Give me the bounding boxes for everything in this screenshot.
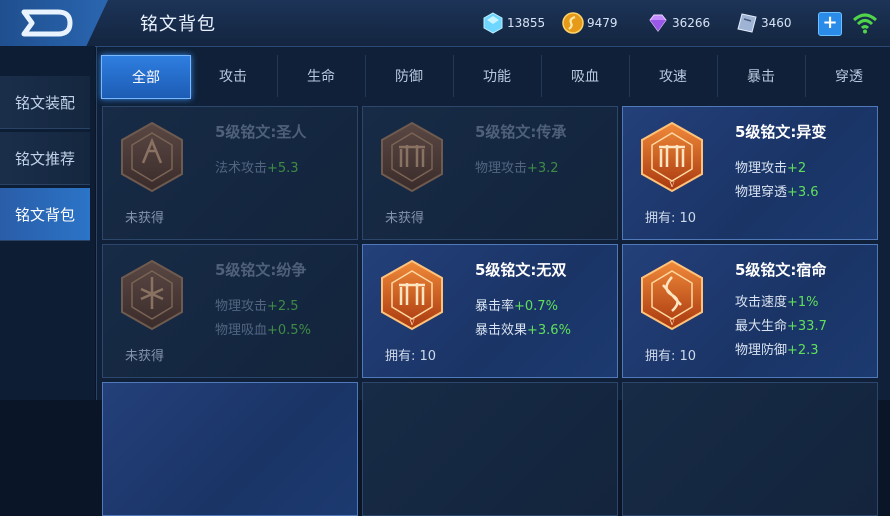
rune-name: 5级铭文:异变 xyxy=(735,123,827,141)
gold-coin-icon xyxy=(562,12,584,34)
rune-stat: 物理攻击+2.5 xyxy=(215,299,299,314)
sidebar-item-label: 铭文装配 xyxy=(14,93,75,112)
back-button[interactable] xyxy=(0,0,108,46)
gold-count: 9479 xyxy=(587,16,618,30)
tab-health[interactable]: 生命 xyxy=(277,55,366,97)
tab-defense[interactable]: 防御 xyxy=(365,55,454,97)
tab-all[interactable]: 全部 xyxy=(101,55,191,99)
sidebar-item-rune-recommend[interactable]: 铭文推荐 xyxy=(0,132,90,185)
svg-text:V: V xyxy=(668,181,675,189)
ticket-icon xyxy=(737,13,757,33)
rune-name: 5级铭文:传承 xyxy=(475,123,567,141)
rune-gem-icon: V xyxy=(641,259,703,331)
tab-attack-speed[interactable]: 攻速 xyxy=(629,55,718,97)
diamond-count: 36266 xyxy=(672,16,711,30)
rune-owned-count: 拥有: 10 xyxy=(645,211,697,226)
rune-gem-icon xyxy=(121,121,183,193)
rune-card-unrivaled[interactable]: V 5级铭文:无双 暴击率+0.7% 暴击效果+3.6% 拥有: 10 xyxy=(362,244,618,378)
rune-stat: 物理穿透+3.6 xyxy=(735,185,819,200)
tab-critical[interactable]: 暴击 xyxy=(717,55,806,97)
rune-status: 未获得 xyxy=(125,349,165,364)
category-tabs: 全部 攻击 生命 防御 功能 吸血 攻速 暴击 穿透 xyxy=(97,53,890,99)
wifi-icon xyxy=(852,13,878,34)
rune-card-partial[interactable] xyxy=(362,382,618,516)
rune-status: 未获得 xyxy=(125,211,165,226)
sidebar-item-label: 铭文推荐 xyxy=(14,149,75,168)
tab-lifesteal[interactable]: 吸血 xyxy=(541,55,630,97)
crystal-icon xyxy=(483,12,503,34)
svg-text:V: V xyxy=(668,319,675,327)
resource-ticket: 3460 xyxy=(736,11,792,35)
svg-text:V: V xyxy=(408,319,415,327)
rune-stat: 攻击速度+1% xyxy=(735,295,819,310)
resource-diamond: 36266 xyxy=(647,11,710,35)
rune-gem-icon: V xyxy=(381,259,443,331)
rune-card-sage[interactable]: 5级铭文:圣人 法术攻击+5.3 未获得 xyxy=(102,106,358,240)
rune-gem-icon: V xyxy=(641,121,703,193)
rune-name: 5级铭文:圣人 xyxy=(215,123,307,141)
rune-name: 5级铭文:宿命 xyxy=(735,261,827,279)
top-bar: 铭文背包 13855 9479 36266 3460 + xyxy=(0,0,890,47)
rune-owned-count: 拥有: 10 xyxy=(645,349,697,364)
rune-status: 未获得 xyxy=(385,211,425,226)
rune-stat: 暴击率+0.7% xyxy=(475,299,558,314)
rune-name: 5级铭文:纷争 xyxy=(215,261,307,279)
rune-card-partial[interactable] xyxy=(622,382,878,516)
tab-penetration[interactable]: 穿透 xyxy=(805,55,890,97)
sidebar-item-rune-bag[interactable]: 铭文背包 xyxy=(0,188,90,241)
rune-card-destiny[interactable]: V 5级铭文:宿命 攻击速度+1% 最大生命+33.7 物理防御+2.3 拥有:… xyxy=(622,244,878,378)
tab-attack[interactable]: 攻击 xyxy=(189,55,278,97)
resource-gold: 9479 xyxy=(562,11,618,35)
diamond-icon xyxy=(649,14,667,32)
page-title: 铭文背包 xyxy=(140,14,216,35)
rune-owned-count: 拥有: 10 xyxy=(385,349,437,364)
sidebar-item-rune-loadout[interactable]: 铭文装配 xyxy=(0,76,90,129)
tab-utility[interactable]: 功能 xyxy=(453,55,542,97)
sidebar: 铭文装配 铭文推荐 铭文背包 xyxy=(0,46,95,400)
rune-stat: 物理攻击+3.2 xyxy=(475,161,559,176)
rune-stat: 物理防御+2.3 xyxy=(735,343,819,358)
rune-stat: 物理吸血+0.5% xyxy=(215,323,311,338)
sidebar-item-label: 铭文背包 xyxy=(14,205,75,224)
rune-stat: 法术攻击+5.3 xyxy=(215,161,299,176)
rune-stat: 最大生命+33.7 xyxy=(735,319,827,334)
ticket-count: 3460 xyxy=(761,16,792,30)
rune-card-partial[interactable] xyxy=(102,382,358,516)
recharge-plus-button[interactable]: + xyxy=(818,12,842,36)
rune-stat: 暴击效果+3.6% xyxy=(475,323,571,338)
rune-card-mutation[interactable]: V 5级铭文:异变 物理攻击+2 物理穿透+3.6 拥有: 10 xyxy=(622,106,878,240)
rune-gem-icon xyxy=(121,259,183,331)
resource-crystal: 13855 xyxy=(482,11,545,35)
back-arrow-icon xyxy=(21,9,73,37)
rune-card-strife[interactable]: 5级铭文:纷争 物理攻击+2.5 物理吸血+0.5% 未获得 xyxy=(102,244,358,378)
rune-name: 5级铭文:无双 xyxy=(475,261,567,279)
rune-card-heritage[interactable]: 5级铭文:传承 物理攻击+3.2 未获得 xyxy=(362,106,618,240)
rune-stat: 物理攻击+2 xyxy=(735,161,807,176)
rune-gem-icon xyxy=(381,121,443,193)
crystal-count: 13855 xyxy=(507,16,546,30)
